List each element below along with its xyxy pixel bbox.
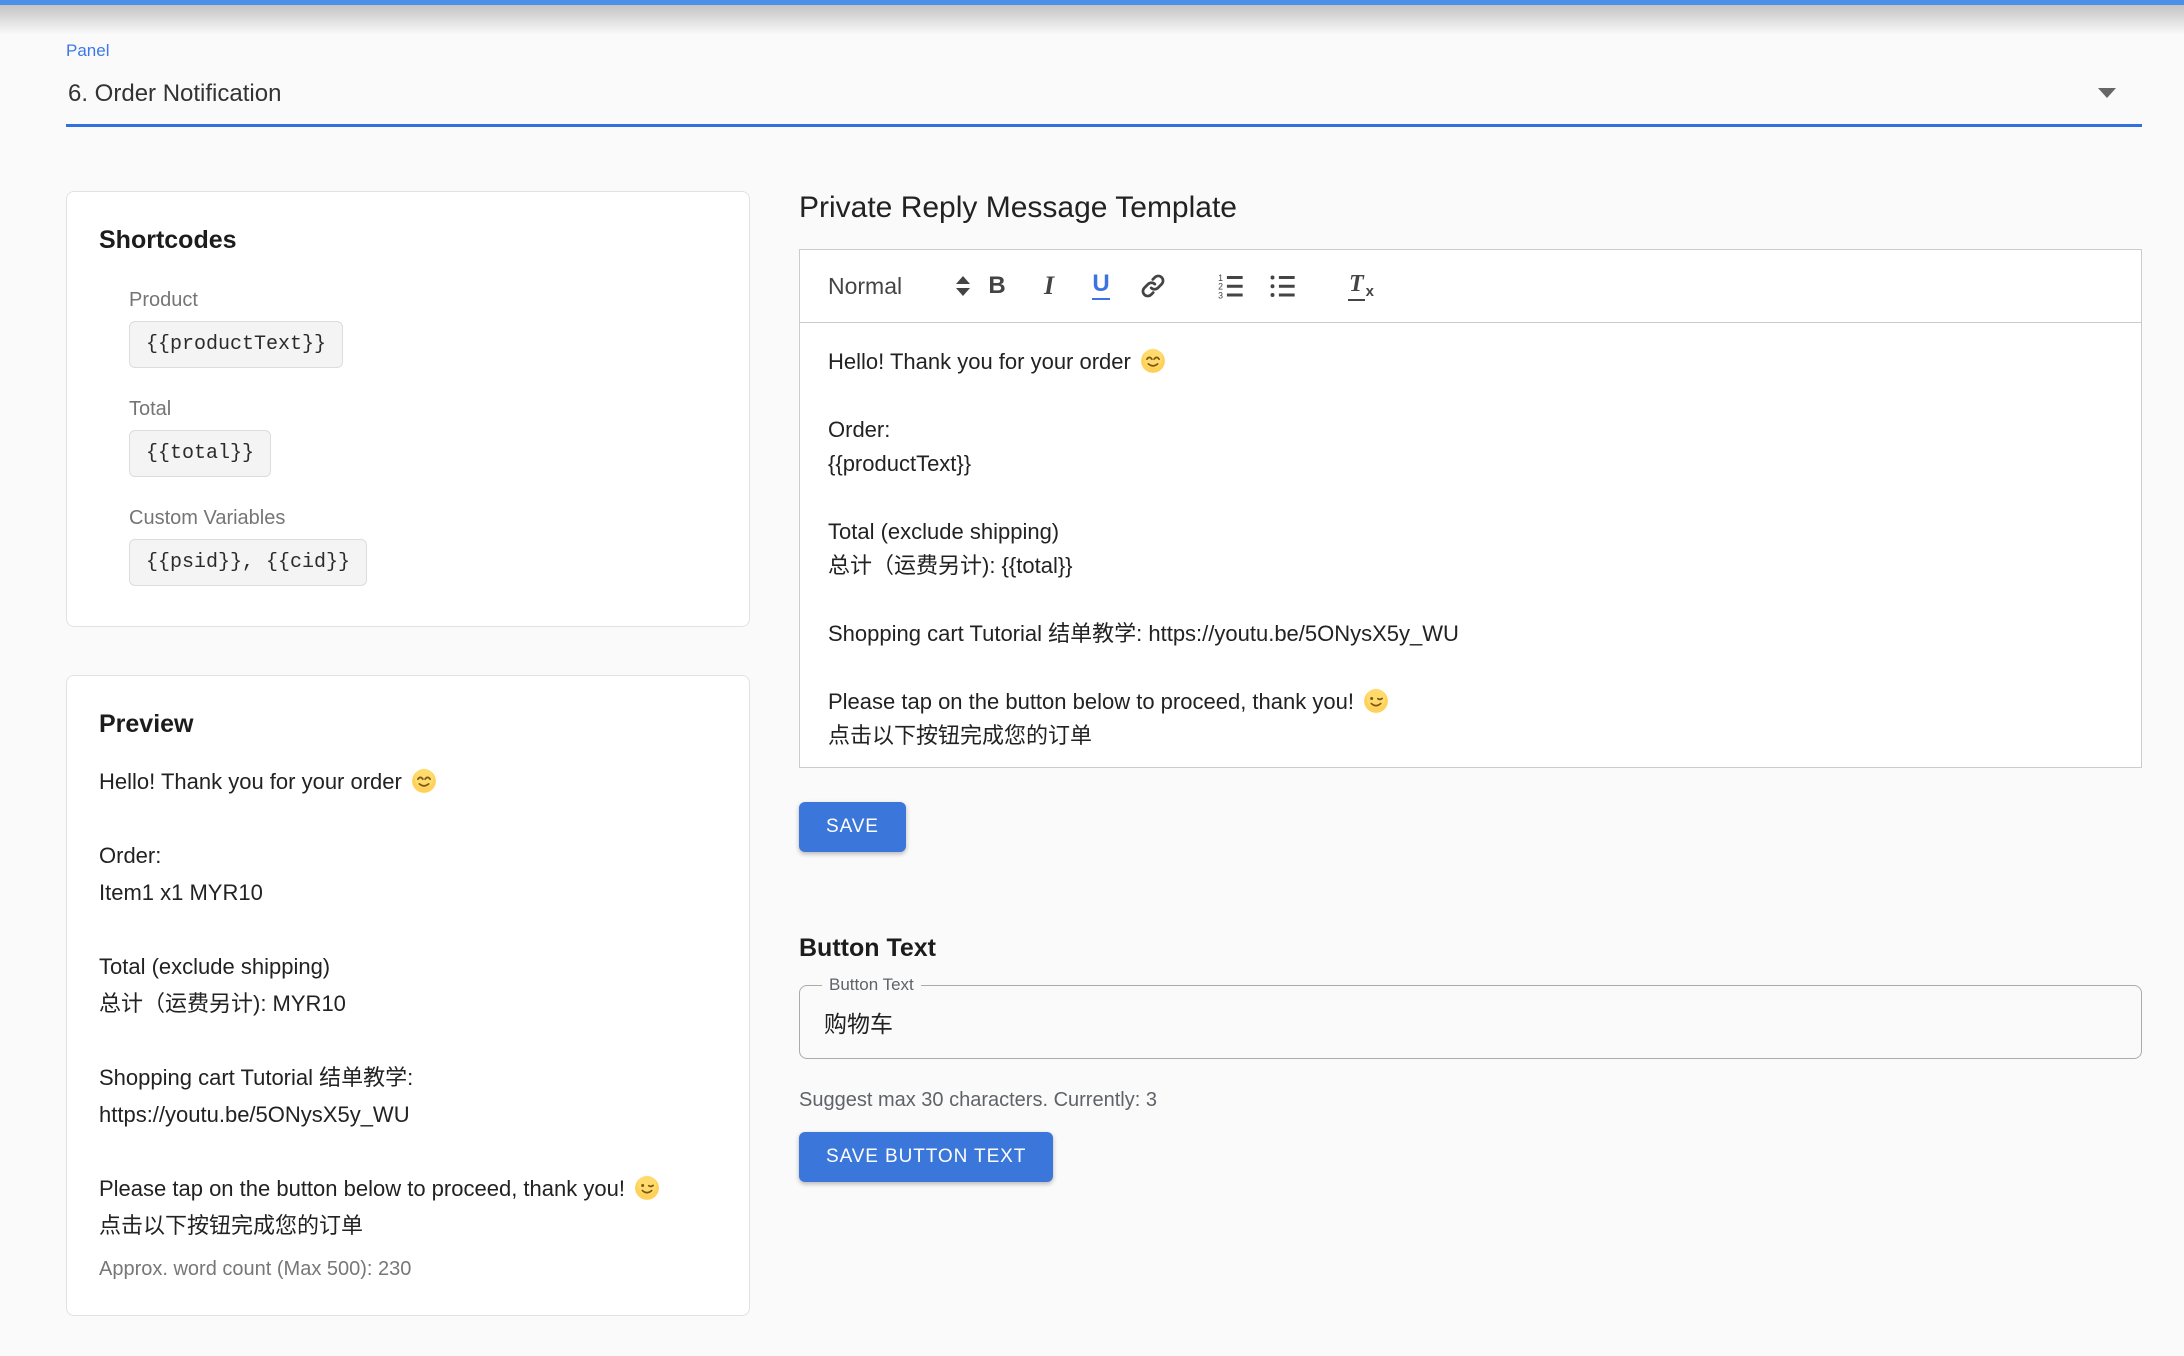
- word-count: Approx. word count (Max 500): 230: [99, 1258, 717, 1281]
- shortcode-chip: {{total}}: [129, 430, 271, 477]
- preview-line: Please tap on the button below to procee…: [99, 1170, 717, 1207]
- button-text-input[interactable]: [800, 986, 2141, 1058]
- dropdown-caret-icon: [2098, 88, 2116, 98]
- format-picker-label: Normal: [828, 273, 902, 300]
- shortcode-label: Product: [129, 289, 717, 312]
- editor-line: Please tap on the button below to procee…: [828, 685, 2113, 719]
- template-title: Private Reply Message Template: [799, 191, 2142, 225]
- panel-select[interactable]: 6. Order Notification: [66, 74, 2142, 124]
- button-text-field: Button Text: [799, 985, 2142, 1059]
- rich-text-editor: Normal B I U 1 2 3: [799, 249, 2142, 768]
- editor-line: {{productText}}: [828, 447, 2113, 481]
- shortcode-chip: {{productText}}: [129, 321, 343, 368]
- preview-title: Preview: [99, 710, 717, 739]
- editor-content[interactable]: Hello! Thank you for your order Order:{{…: [800, 323, 2141, 767]
- editor-line: Total (exclude shipping): [828, 515, 2113, 549]
- link-button[interactable]: [1134, 266, 1172, 306]
- shortcode-item: Product {{productText}}: [129, 289, 717, 368]
- save-button[interactable]: SAVE: [799, 802, 906, 852]
- bullet-list-icon: [1269, 272, 1297, 300]
- panel-select-underline: [66, 124, 2142, 127]
- link-icon: [1139, 272, 1167, 300]
- shortcodes-card: Shortcodes Product {{productText}} Total {{…: [66, 191, 750, 627]
- right-column: Private Reply Message Template Normal B …: [799, 191, 2142, 1182]
- ordered-list-icon: 1 2 3: [1217, 272, 1245, 300]
- svg-text:3: 3: [1218, 290, 1223, 300]
- editor-line: [828, 651, 2113, 685]
- preview-line: Item1 x1 MYR10: [99, 874, 717, 911]
- ordered-list-button[interactable]: 1 2 3: [1212, 266, 1250, 306]
- italic-button[interactable]: I: [1030, 266, 1068, 306]
- top-bar-shadow: [0, 5, 2184, 35]
- button-text-title: Button Text: [799, 934, 2142, 963]
- editor-line: Shopping cart Tutorial 结单教学: https://you…: [828, 617, 2113, 651]
- preview-line: Total (exclude shipping): [99, 948, 717, 985]
- shortcode-label: Custom Variables: [129, 507, 717, 530]
- bullet-list-button[interactable]: [1264, 266, 1302, 306]
- editor-line: Hello! Thank you for your order: [828, 345, 2113, 379]
- preview-line: 点击以下按钮完成您的订单: [99, 1207, 717, 1244]
- wink-emoji: [631, 1176, 660, 1201]
- shortcode-item: Total {{total}}: [129, 398, 717, 477]
- preview-line: [99, 1022, 717, 1059]
- preview-line: Order:: [99, 837, 717, 874]
- preview-message: Hello! Thank you for your order Order:It…: [99, 763, 717, 1244]
- editor-toolbar: Normal B I U 1 2 3: [800, 250, 2141, 323]
- character-count-helper: Suggest max 30 characters. Currently: 3: [799, 1089, 2142, 1112]
- shortcode-item: Custom Variables {{psid}}, {{cid}}: [129, 507, 717, 586]
- shortcode-chip: {{psid}}, {{cid}}: [129, 539, 367, 586]
- preview-line: Hello! Thank you for your order: [99, 763, 717, 800]
- wink-emoji: [1360, 689, 1389, 714]
- preview-line: Shopping cart Tutorial 结单教学: https://you…: [99, 1059, 717, 1133]
- editor-line: 点击以下按钮完成您的订单: [828, 719, 2113, 753]
- save-button-text-button[interactable]: SAVE BUTTON TEXT: [799, 1132, 1053, 1182]
- smile-emoji: [1137, 349, 1166, 374]
- preview-line: 总计（运费另计): MYR10: [99, 985, 717, 1022]
- editor-line: [828, 379, 2113, 413]
- shortcodes-title: Shortcodes: [99, 226, 717, 255]
- shortcodes-list: Product {{productText}} Total {{total}} Cust…: [129, 289, 717, 586]
- preview-line: [99, 1133, 717, 1170]
- button-text-field-label: Button Text: [822, 975, 921, 995]
- preview-line: [99, 800, 717, 837]
- panel-select-value: 6. Order Notification: [68, 80, 281, 107]
- clear-format-button[interactable]: Tx: [1342, 266, 1380, 306]
- preview-line: [99, 911, 717, 948]
- underline-button[interactable]: U: [1092, 272, 1109, 300]
- bold-button[interactable]: B: [978, 266, 1016, 306]
- editor-line: [828, 583, 2113, 617]
- preview-card: Preview Hello! Thank you for your order …: [66, 675, 750, 1316]
- left-column: Shortcodes Product {{productText}} Total {{…: [66, 191, 750, 1316]
- clear-format-icon: T: [1348, 271, 1365, 301]
- format-picker[interactable]: Normal: [828, 273, 978, 300]
- editor-line: [828, 481, 2113, 515]
- picker-arrows-icon: [956, 276, 978, 296]
- panel-header: Panel 6. Order Notification: [0, 35, 2184, 127]
- smile-emoji: [408, 769, 437, 794]
- panel-label: Panel: [66, 41, 2142, 61]
- editor-line: 总计（运费另计): {{total}}: [828, 549, 2113, 583]
- editor-line: Order:: [828, 413, 2113, 447]
- shortcode-label: Total: [129, 398, 717, 421]
